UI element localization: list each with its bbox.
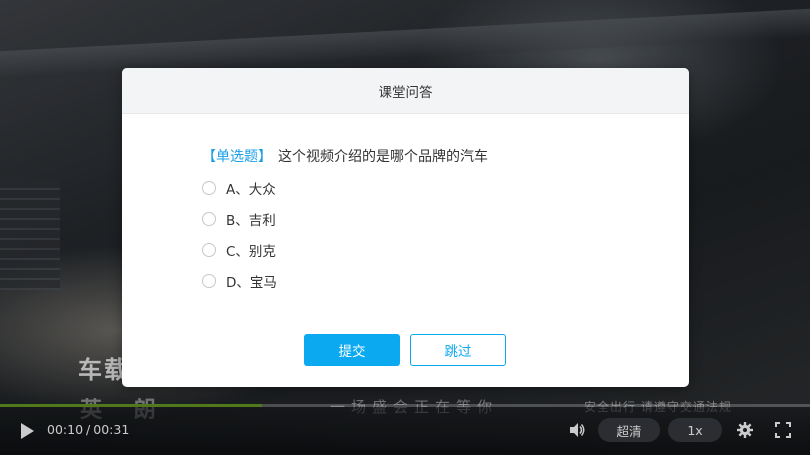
option-label: C、别克 <box>226 243 276 260</box>
option-label: A、大众 <box>226 181 276 198</box>
submit-button[interactable]: 提交 <box>304 334 400 366</box>
radio-button[interactable] <box>202 273 216 288</box>
question-text: 这个视频介绍的是哪个品牌的汽车 <box>278 149 488 165</box>
options-list: A、大众 B、吉利 C、别克 D、宝马 <box>202 172 277 296</box>
option-label: D、宝马 <box>226 274 277 291</box>
option-b[interactable]: B、吉利 <box>202 203 277 234</box>
option-label: B、吉利 <box>226 212 276 229</box>
question: 【单选题】 这个视频介绍的是哪个品牌的汽车 <box>202 146 488 166</box>
option-c[interactable]: C、别克 <box>202 234 277 265</box>
radio-button[interactable] <box>202 242 216 257</box>
question-type: 【单选题】 <box>202 149 272 165</box>
skip-button[interactable]: 跳过 <box>410 334 506 366</box>
option-a[interactable]: A、大众 <box>202 172 277 203</box>
radio-button[interactable] <box>202 180 216 195</box>
quiz-dialog: 课堂问答 【单选题】 这个视频介绍的是哪个品牌的汽车 A、大众 B、吉利 C、别克… <box>122 68 689 387</box>
option-d[interactable]: D、宝马 <box>202 265 277 296</box>
dialog-title: 课堂问答 <box>378 84 433 101</box>
dialog-header: 课堂问答 <box>122 68 689 114</box>
radio-button[interactable] <box>202 211 216 226</box>
